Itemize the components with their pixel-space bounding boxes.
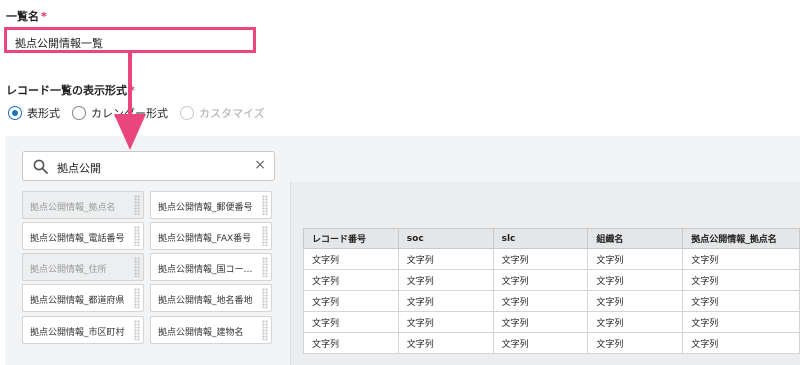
table-cell: 文字列 bbox=[303, 290, 399, 312]
field-chip[interactable]: 拠点公開情報_建物名 bbox=[150, 316, 272, 344]
table-cell: 文字列 bbox=[587, 311, 684, 333]
field-chip[interactable]: 拠点公開情報_FAX番号 bbox=[150, 222, 272, 250]
list-name-label-text: 一覧名 bbox=[6, 10, 39, 23]
drag-grip-icon[interactable] bbox=[134, 257, 140, 277]
list-name-label: 一覧名 * bbox=[6, 8, 47, 24]
radio-label-table-format[interactable]: 表形式 bbox=[27, 105, 60, 121]
table-row: 文字列 文字列 文字列 文字列 文字列 bbox=[303, 269, 800, 291]
table-cell: 文字列 bbox=[682, 290, 800, 312]
column-header[interactable]: レコード番号 bbox=[303, 228, 399, 249]
table-cell: 文字列 bbox=[682, 248, 800, 270]
column-header[interactable]: 拠点公開情報_拠点名 bbox=[682, 228, 800, 249]
table-row: 文字列 文字列 文字列 文字列 文字列 bbox=[303, 290, 800, 312]
table-row: 文字列 文字列 文字列 文字列 文字列 bbox=[303, 248, 800, 270]
preview-table: レコード番号 soc slc 組織名 拠点公開情報_拠点名 文字列 文字列 文字… bbox=[303, 228, 800, 354]
radio-customize bbox=[180, 106, 194, 120]
table-cell: 文字列 bbox=[303, 269, 399, 291]
table-cell: 文字列 bbox=[682, 332, 800, 354]
table-cell: 文字列 bbox=[587, 290, 684, 312]
radio-calendar-format[interactable] bbox=[72, 106, 86, 120]
drag-grip-icon[interactable] bbox=[134, 288, 140, 308]
field-chip[interactable]: 拠点公開情報_都道府県 bbox=[22, 284, 144, 312]
column-header[interactable]: slc bbox=[492, 228, 589, 249]
table-row: 文字列 文字列 文字列 文字列 文字列 bbox=[303, 311, 800, 333]
column-header[interactable]: soc bbox=[397, 228, 494, 249]
table-cell: 文字列 bbox=[303, 248, 399, 270]
callout-arrow bbox=[114, 52, 146, 150]
search-icon bbox=[33, 159, 48, 177]
table-cell: 文字列 bbox=[397, 290, 494, 312]
table-cell: 文字列 bbox=[397, 248, 494, 270]
table-cell: 文字列 bbox=[682, 269, 800, 291]
field-chip-label: 拠点公開情報_国コード… bbox=[158, 265, 260, 275]
field-chip-label: 拠点公開情報_住所 bbox=[30, 265, 107, 275]
column-header[interactable]: 組織名 bbox=[587, 228, 684, 249]
table-cell: 文字列 bbox=[587, 269, 684, 291]
field-chip[interactable]: 拠点公開情報_郵便番号 bbox=[150, 191, 272, 219]
radio-label-customize: カスタマイズ bbox=[199, 107, 265, 120]
table-cell: 文字列 bbox=[587, 332, 684, 354]
field-chip-label: 拠点公開情報_電話番号 bbox=[30, 234, 125, 244]
field-chip-label: 拠点公開情報_FAX番号 bbox=[158, 234, 252, 244]
table-cell: 文字列 bbox=[397, 332, 494, 354]
table-row: 文字列 文字列 文字列 文字列 文字列 bbox=[303, 332, 800, 354]
drag-grip-icon[interactable] bbox=[262, 288, 268, 308]
table-cell: 文字列 bbox=[492, 311, 589, 333]
display-format-label-text: レコード一覧の表示形式 bbox=[6, 84, 127, 97]
field-chip[interactable]: 拠点公開情報_国コード… bbox=[150, 253, 272, 281]
table-cell: 文字列 bbox=[682, 311, 800, 333]
required-mark: * bbox=[41, 10, 47, 23]
field-search-value: 拠点公開 bbox=[57, 162, 101, 175]
table-cell: 文字列 bbox=[397, 269, 494, 291]
drag-grip-icon[interactable] bbox=[134, 320, 140, 340]
table-cell: 文字列 bbox=[492, 248, 589, 270]
table-cell: 文字列 bbox=[492, 332, 589, 354]
field-search-input[interactable]: 拠点公開 × bbox=[22, 151, 275, 181]
field-chip-label: 拠点公開情報_郵便番号 bbox=[158, 203, 253, 213]
drag-grip-icon[interactable] bbox=[262, 195, 268, 215]
field-chip[interactable]: 拠点公開情報_拠点名 bbox=[22, 191, 144, 219]
table-cell: 文字列 bbox=[303, 311, 399, 333]
field-chip-label: 拠点公開情報_地名番地 bbox=[158, 296, 253, 306]
drag-grip-icon[interactable] bbox=[134, 226, 140, 246]
radio-table-format[interactable] bbox=[8, 106, 22, 120]
drag-grip-icon[interactable] bbox=[262, 257, 268, 277]
table-cell: 文字列 bbox=[303, 332, 399, 354]
drag-grip-icon[interactable] bbox=[262, 320, 268, 340]
table-cell: 文字列 bbox=[492, 290, 589, 312]
field-chip-label: 拠点公開情報_拠点名 bbox=[30, 203, 116, 213]
table-cell: 文字列 bbox=[587, 248, 684, 270]
table-cell: 文字列 bbox=[492, 269, 589, 291]
field-chip-label: 拠点公開情報_市区町村 bbox=[30, 328, 125, 338]
table-cell: 文字列 bbox=[397, 311, 494, 333]
table-header-row: レコード番号 soc slc 組織名 拠点公開情報_拠点名 bbox=[303, 228, 800, 249]
clear-icon[interactable]: × bbox=[254, 157, 266, 173]
field-chip[interactable]: 拠点公開情報_住所 bbox=[22, 253, 144, 281]
field-chip[interactable]: 拠点公開情報_地名番地 bbox=[150, 284, 272, 312]
drag-grip-icon[interactable] bbox=[262, 226, 268, 246]
field-chip-label: 拠点公開情報_建物名 bbox=[158, 328, 244, 338]
field-chip[interactable]: 拠点公開情報_電話番号 bbox=[22, 222, 144, 250]
drag-grip-icon[interactable] bbox=[134, 195, 140, 215]
field-chip[interactable]: 拠点公開情報_市区町村 bbox=[22, 316, 144, 344]
field-chip-label: 拠点公開情報_都道府県 bbox=[30, 296, 125, 306]
list-name-input[interactable]: 拠点公開情報一覧 bbox=[4, 27, 256, 53]
